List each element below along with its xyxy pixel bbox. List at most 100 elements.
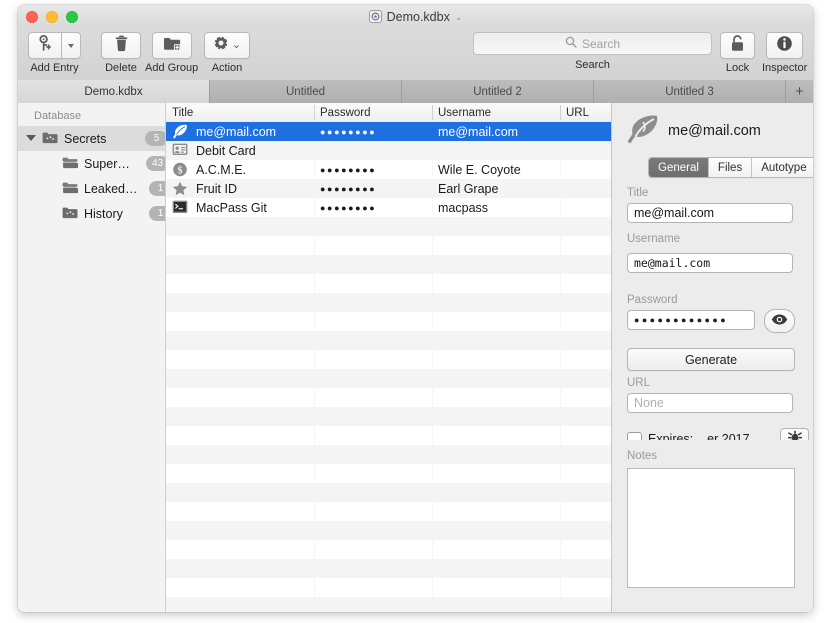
- sidebar-item-count: 1: [149, 181, 166, 196]
- feather-quill-icon: [172, 124, 188, 139]
- cell-password: ●●●●●●●●: [320, 203, 376, 213]
- tab-general[interactable]: General: [649, 158, 709, 177]
- tab-untitled-2[interactable]: Untitled 2: [402, 80, 594, 103]
- table-header-row: Title Password Username URL: [166, 103, 611, 123]
- tab-label: General: [658, 162, 699, 174]
- table-row-empty: [166, 388, 611, 407]
- cell-username: Earl Grape: [438, 182, 498, 196]
- table-row-empty: [166, 483, 611, 502]
- window-title: Demo.kdbx: [387, 10, 450, 24]
- username-field[interactable]: me@mail.com: [627, 253, 793, 273]
- add-entry-button[interactable]: [28, 32, 61, 59]
- chevron-down-icon: ⌄: [232, 40, 241, 51]
- group-folder-icon: [62, 206, 78, 220]
- table-row-empty: [166, 426, 611, 445]
- tab-label: Demo.kdbx: [84, 86, 142, 98]
- cell-password: ●●●●●●●●: [320, 165, 376, 175]
- zoom-button[interactable]: [66, 11, 78, 23]
- table-row[interactable]: $ A.C.M.E. ●●●●●●●● Wile E. Coyote: [166, 160, 611, 179]
- reveal-password-button[interactable]: [764, 309, 795, 333]
- table-row-empty: [166, 445, 611, 464]
- table-row[interactable]: Debit Card: [166, 141, 611, 160]
- star-icon: [172, 181, 188, 196]
- action-button[interactable]: ⌄: [204, 32, 250, 59]
- table-row-empty: [166, 293, 611, 312]
- action-label: Action: [212, 62, 243, 74]
- terminal-icon: [172, 200, 188, 215]
- toolbar-item-search[interactable]: Search Search: [473, 32, 712, 71]
- add-entry-label: Add Entry: [30, 62, 78, 74]
- tab-demo-kdbx[interactable]: Demo.kdbx: [18, 80, 210, 103]
- disclosure-triangle-icon[interactable]: [26, 135, 36, 141]
- notes-label: Notes: [627, 450, 657, 462]
- table-row-empty: [166, 274, 611, 293]
- username-field-label: Username: [627, 233, 680, 245]
- generate-password-button[interactable]: Generate: [627, 348, 795, 371]
- cell-password: ●●●●●●●●: [320, 184, 376, 194]
- sidebar-item-history[interactable]: History 1: [18, 201, 165, 226]
- tab-label: Untitled 2: [473, 86, 522, 98]
- url-field[interactable]: None: [627, 393, 793, 413]
- close-button[interactable]: [26, 11, 38, 23]
- table-row[interactable]: Fruit ID ●●●●●●●● Earl Grape: [166, 179, 611, 198]
- column-header-title[interactable]: Title: [166, 103, 314, 122]
- notes-textarea[interactable]: [627, 468, 795, 588]
- table-row-empty: [166, 464, 611, 483]
- table-row[interactable]: MacPass Git ●●●●●●●● macpass: [166, 198, 611, 217]
- tab-untitled-3[interactable]: Untitled 3: [594, 80, 786, 103]
- add-tab-button[interactable]: +: [786, 80, 813, 103]
- toolbar-item-add-group[interactable]: Add Group: [145, 32, 198, 74]
- column-header-password[interactable]: Password: [314, 103, 432, 122]
- table-row-empty: [166, 540, 611, 559]
- toolbar-item-add-entry[interactable]: Add Entry: [28, 32, 81, 74]
- sidebar-item-count: 1: [149, 206, 166, 221]
- password-field[interactable]: ●●●●●●●●●●●●: [627, 310, 755, 330]
- delete-button[interactable]: [101, 32, 141, 59]
- chevron-down-icon[interactable]: ⌄: [455, 12, 463, 23]
- title-bar: Demo.kdbx ⌄: [18, 5, 813, 28]
- toolbar-item-action[interactable]: ⌄ Action: [204, 32, 250, 74]
- table-row-empty: [166, 236, 611, 255]
- gear-icon: [213, 35, 229, 56]
- toolbar-item-lock[interactable]: Lock: [720, 32, 755, 74]
- tab-files[interactable]: Files: [709, 158, 752, 177]
- add-group-button[interactable]: [152, 32, 192, 59]
- caret-down-icon: [68, 44, 74, 48]
- table-row[interactable]: me@mail.com ●●●●●●●● me@mail.com: [166, 122, 611, 141]
- search-placeholder: Search: [582, 37, 620, 51]
- toolbar-item-delete[interactable]: Delete: [101, 32, 141, 74]
- entry-table: Title Password Username URL: [166, 103, 611, 612]
- sidebar-item-leaked[interactable]: Leaked… 1: [18, 176, 165, 201]
- inspector-label: Inspector: [762, 62, 807, 74]
- column-header-url[interactable]: URL: [560, 103, 611, 122]
- lock-button[interactable]: [720, 32, 755, 59]
- sidebar-item-label: Secrets: [64, 132, 106, 146]
- cell-title: A.C.M.E.: [196, 163, 246, 177]
- lock-label: Lock: [726, 62, 749, 74]
- column-header-username[interactable]: Username: [432, 103, 560, 122]
- inspector-header: me@mail.com: [612, 111, 813, 151]
- group-folder-icon: [62, 156, 78, 170]
- add-entry-dropdown-arrow[interactable]: [61, 32, 81, 59]
- inspector-entry-title: me@mail.com: [668, 123, 761, 139]
- minimize-button[interactable]: [46, 11, 58, 23]
- inspector-button[interactable]: [766, 32, 803, 59]
- tab-label: Untitled: [286, 86, 325, 98]
- cell-title: Debit Card: [196, 144, 256, 158]
- toolbar-item-inspector[interactable]: Inspector: [762, 32, 807, 74]
- url-field-label: URL: [627, 377, 650, 389]
- cell-title: me@mail.com: [196, 125, 276, 139]
- keepass-document-icon: [369, 10, 382, 23]
- padlock-open-icon: [730, 35, 745, 57]
- tab-untitled[interactable]: Untitled: [210, 80, 402, 103]
- search-label: Search: [575, 59, 610, 71]
- title-field[interactable]: me@mail.com: [627, 203, 793, 223]
- sidebar-item-super[interactable]: Super… 43: [18, 151, 165, 176]
- sidebar-item-secrets[interactable]: Secrets 5: [18, 126, 165, 151]
- group-folder-icon: [62, 181, 78, 195]
- search-input[interactable]: Search: [473, 32, 712, 55]
- svg-text:$: $: [178, 165, 183, 176]
- inspector-tabs: General Files Autotype: [648, 157, 813, 178]
- trash-icon: [114, 35, 129, 57]
- tab-autotype[interactable]: Autotype: [752, 158, 813, 177]
